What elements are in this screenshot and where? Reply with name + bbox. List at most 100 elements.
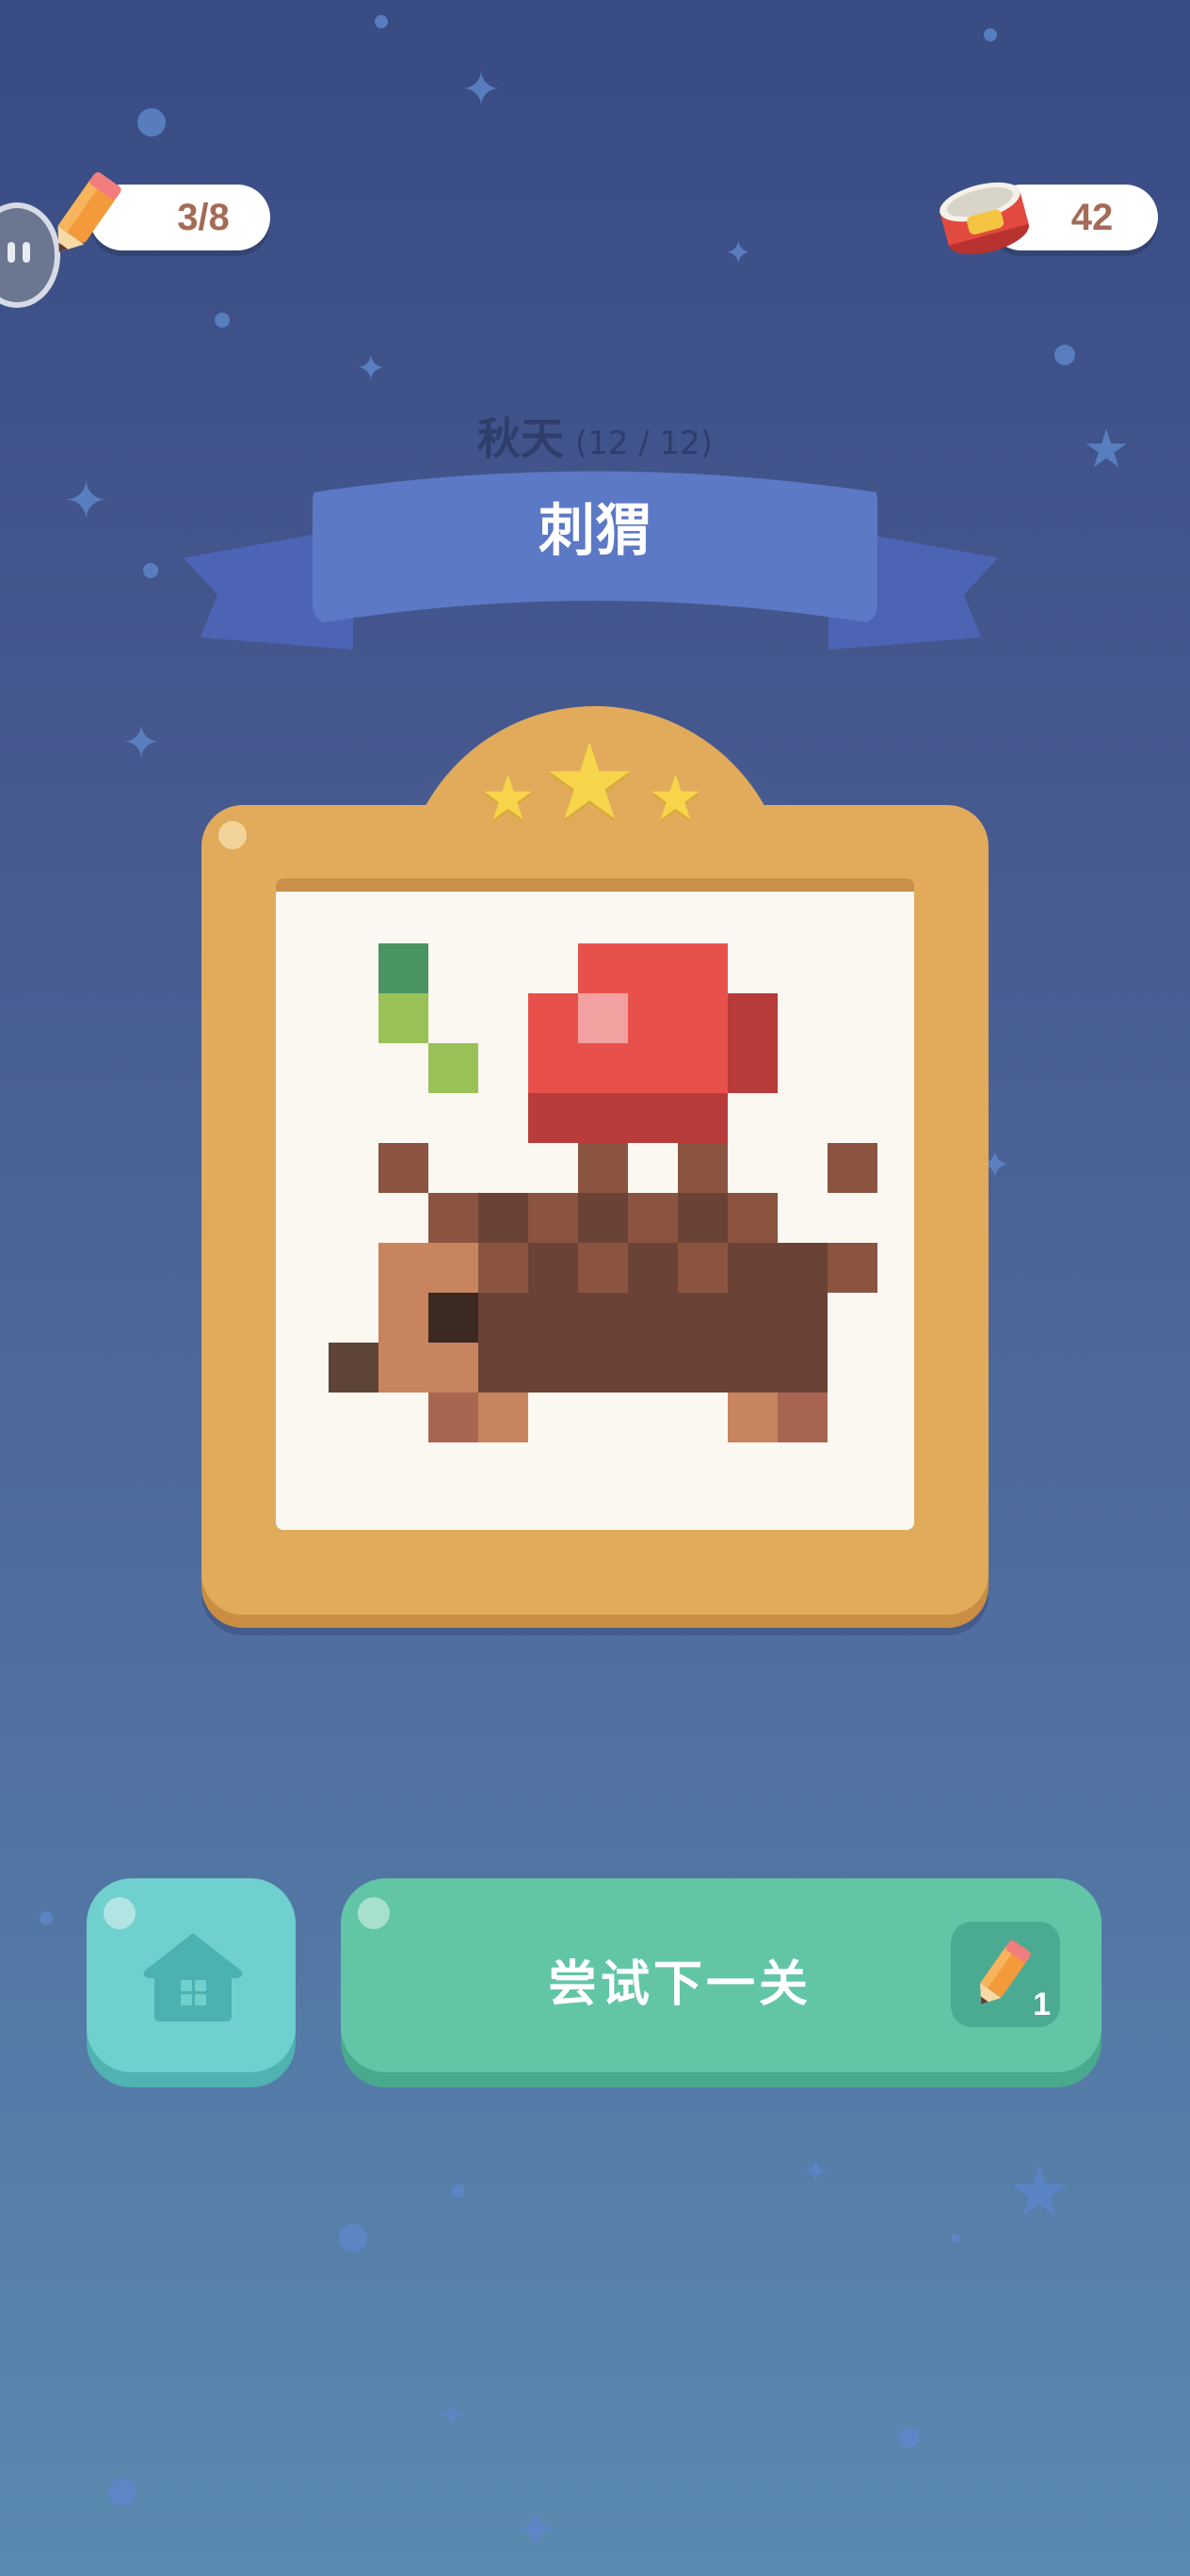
background-dot [984, 28, 997, 41]
pause-bar [8, 242, 15, 263]
background-dot [339, 2224, 367, 2252]
pixel-cell [628, 1043, 678, 1093]
sparkle-icon: ✦ [438, 2396, 467, 2435]
pixel-cell [728, 1293, 778, 1343]
frame-highlight [218, 821, 247, 849]
pixel-cell [378, 1243, 428, 1293]
background-dot [108, 2478, 137, 2506]
home-icon [143, 1933, 243, 2021]
pixel-cell [478, 1393, 528, 1442]
pixel-cell [528, 1243, 578, 1293]
pixel-cell [678, 1343, 728, 1393]
pixel-cell [628, 1343, 678, 1393]
pixel-cell [578, 943, 628, 993]
pixel-cell [478, 1243, 528, 1293]
button-gloss [358, 1897, 390, 1929]
pixel-cell [728, 993, 778, 1043]
pixel-cell [728, 1043, 778, 1093]
background-dot [137, 108, 166, 137]
pixel-cell [428, 1293, 478, 1343]
pixel-cell [678, 1043, 728, 1093]
pixel-cell [728, 1243, 778, 1293]
rating-star-icon: ★ [648, 762, 704, 834]
next-level-label: 尝试下一关 [547, 1956, 812, 2013]
pixel-cell [778, 1343, 828, 1393]
level-header: 秋天 (12 / 12) [0, 405, 1190, 467]
pixel-cell [628, 1243, 678, 1293]
pixel-cell [678, 1293, 728, 1343]
pixel-cell [678, 1093, 728, 1143]
pixel-cell [478, 1343, 528, 1393]
sparkle-icon: ✦ [64, 471, 108, 532]
pixel-cell [578, 1343, 628, 1393]
pixel-cell [828, 1243, 877, 1293]
pixel-cell [678, 1193, 728, 1243]
coin-count-text: 42 [1070, 196, 1114, 238]
pixel-cell [378, 1293, 428, 1343]
pixel-cell [578, 1043, 628, 1093]
fish-can-icon [932, 169, 1036, 267]
sparkle-icon: ✦ [461, 62, 501, 117]
pixel-cell [378, 943, 428, 993]
rating-star-icon: ★ [480, 762, 537, 834]
background-dot [452, 2184, 465, 2198]
pixel-cell [778, 1243, 828, 1293]
pixel-cell [828, 1143, 877, 1193]
pause-bar [23, 242, 30, 263]
home-button[interactable] [87, 1878, 296, 2072]
pixel-cell [728, 1193, 778, 1243]
background-dot [951, 2233, 960, 2243]
pixel-cell [378, 1343, 428, 1393]
pixel-cell [478, 1193, 528, 1243]
background-dot [375, 15, 388, 28]
pixel-cell [578, 1193, 628, 1243]
pixel-cell [428, 1243, 478, 1293]
pencil-icon [980, 1940, 1031, 2004]
background-dot [215, 313, 230, 328]
pixel-cell [378, 993, 428, 1043]
pencil-cost-badge: 1 [951, 1922, 1060, 2027]
season-name: 秋天 [476, 413, 564, 464]
pixel-cell [628, 943, 678, 993]
pixel-cell [678, 993, 728, 1043]
pencil-cost: 1 [1033, 1987, 1051, 2022]
pixel-cell [378, 1143, 428, 1193]
button-gloss [104, 1897, 136, 1929]
pixel-cell [528, 1193, 578, 1243]
pencil-icon [38, 162, 132, 269]
pixel-cell [678, 1243, 728, 1293]
background-dot [40, 1911, 53, 1924]
pixel-cell [428, 1193, 478, 1243]
pixel-cell [329, 1343, 378, 1393]
pixel-cell [578, 1143, 628, 1193]
pixel-cell [478, 1293, 528, 1343]
background-dot [143, 563, 158, 578]
pixel-cell [628, 1193, 678, 1243]
pixel-cell [578, 1093, 628, 1143]
pencil-count-text: 3/8 [177, 196, 230, 238]
level-progress: (12 / 12) [574, 425, 714, 462]
pixel-cell [628, 993, 678, 1043]
pixel-cell [778, 1393, 828, 1442]
pixel-cell [678, 1143, 728, 1193]
sparkle-icon: ✦ [356, 347, 386, 389]
pixel-cell [728, 1343, 778, 1393]
pixel-cell [528, 1293, 578, 1343]
pixel-cell [578, 1293, 628, 1343]
pixel-cell [528, 1343, 578, 1393]
pixel-cell [428, 1043, 478, 1093]
sparkle-icon: ✦ [802, 2153, 829, 2191]
pixel-cell [628, 1293, 678, 1343]
star-shape-icon: ★ [1007, 2149, 1072, 2233]
pixel-cell [428, 1343, 478, 1393]
pixel-cell [528, 993, 578, 1043]
rating-star-icon: ★ [542, 721, 637, 844]
background-dot [1054, 345, 1075, 365]
background-dot [899, 2427, 920, 2448]
pixel-cell [678, 943, 728, 993]
pixel-cell [528, 1043, 578, 1093]
sparkle-icon: ✦ [513, 2498, 559, 2562]
sparkle-icon: ✦ [122, 716, 161, 769]
next-level-button[interactable]: 尝试下一关 1 [341, 1878, 1102, 2072]
pixel-cell [428, 1393, 478, 1442]
